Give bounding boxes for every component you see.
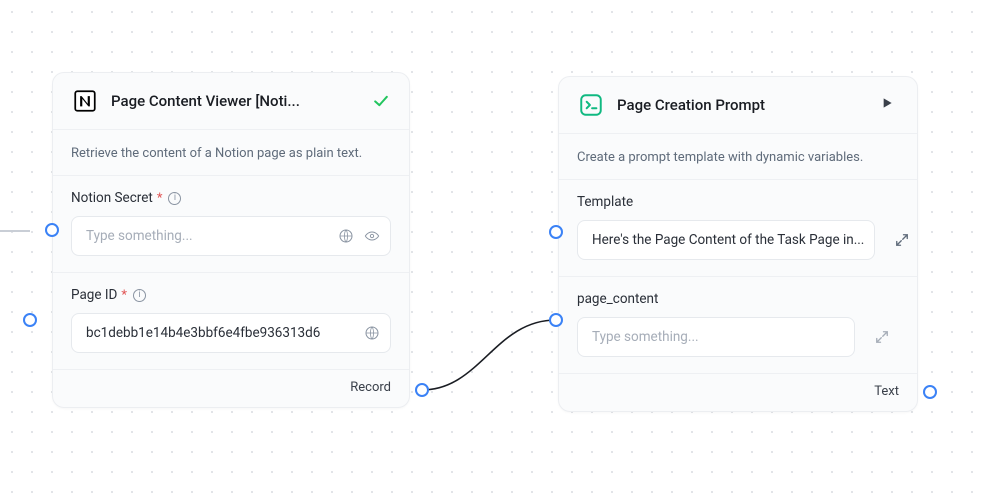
card-footer: Text [559, 373, 917, 411]
card-header: Page Creation Prompt [559, 77, 917, 133]
page-id-input[interactable]: bc1debb1e14b4e3bbf6e4fbe936313d6 [71, 313, 391, 353]
incoming-edge-stub [0, 230, 30, 232]
required-mark: * [121, 288, 127, 303]
field-page-content: page_content Type something... [559, 276, 917, 373]
label-text: Page ID [71, 287, 117, 303]
label-text: Template [577, 194, 633, 210]
port-right-output-text[interactable] [923, 385, 937, 399]
required-mark: * [157, 191, 163, 206]
prompt-icon [577, 91, 605, 119]
eye-icon[interactable] [364, 228, 380, 244]
expand-icon[interactable] [865, 320, 899, 354]
page-content-input[interactable]: Type something... [577, 317, 855, 357]
card-description: Retrieve the content of a Notion page as… [53, 130, 409, 175]
input-placeholder: Type something... [86, 228, 330, 244]
input-value: bc1debb1e14b4e3bbf6e4fbe936313d6 [86, 325, 356, 341]
field-template: Template Here's the Page Content of the … [559, 179, 917, 276]
output-label: Text [874, 384, 899, 399]
label-text: page_content [577, 291, 658, 307]
card-title: Page Content Viewer [Noti... [111, 92, 359, 110]
node-page-creation-prompt[interactable]: Page Creation Prompt Create a prompt tem… [558, 76, 918, 412]
play-icon[interactable] [879, 95, 899, 115]
expand-icon[interactable] [885, 223, 919, 257]
field-label: Template [577, 194, 899, 210]
port-left-input[interactable] [45, 223, 59, 237]
globe-icon[interactable] [338, 228, 354, 244]
field-page-id: Page ID * i bc1debb1e14b4e3bbf6e4fbe9363… [53, 272, 409, 369]
label-text: Notion Secret [71, 190, 153, 206]
field-label: page_content [577, 291, 899, 307]
template-input[interactable]: Here's the Page Content of the Task Page… [577, 220, 875, 260]
info-icon[interactable]: i [168, 192, 181, 205]
check-icon [371, 91, 391, 111]
field-label: Notion Secret * i [71, 190, 391, 206]
field-label: Page ID * i [71, 287, 391, 303]
input-placeholder: Type something... [592, 329, 844, 345]
input-value: Here's the Page Content of the Task Page… [592, 232, 864, 248]
port-right-input-page-content[interactable] [549, 313, 563, 327]
info-icon[interactable]: i [133, 289, 146, 302]
notion-secret-input[interactable]: Type something... [71, 216, 391, 256]
card-title: Page Creation Prompt [617, 96, 867, 114]
notion-icon [71, 87, 99, 115]
port-left-output-record[interactable] [415, 383, 429, 397]
card-header: Page Content Viewer [Noti... [53, 73, 409, 129]
node-page-content-viewer[interactable]: Page Content Viewer [Noti... Retrieve th… [52, 72, 410, 408]
card-description: Create a prompt template with dynamic va… [559, 134, 917, 179]
port-right-input-template[interactable] [549, 225, 563, 239]
port-left-input-2[interactable] [23, 313, 37, 327]
card-footer: Record [53, 369, 409, 407]
globe-icon[interactable] [364, 325, 380, 341]
output-label: Record [350, 380, 391, 395]
field-notion-secret: Notion Secret * i Type something... [53, 175, 409, 272]
